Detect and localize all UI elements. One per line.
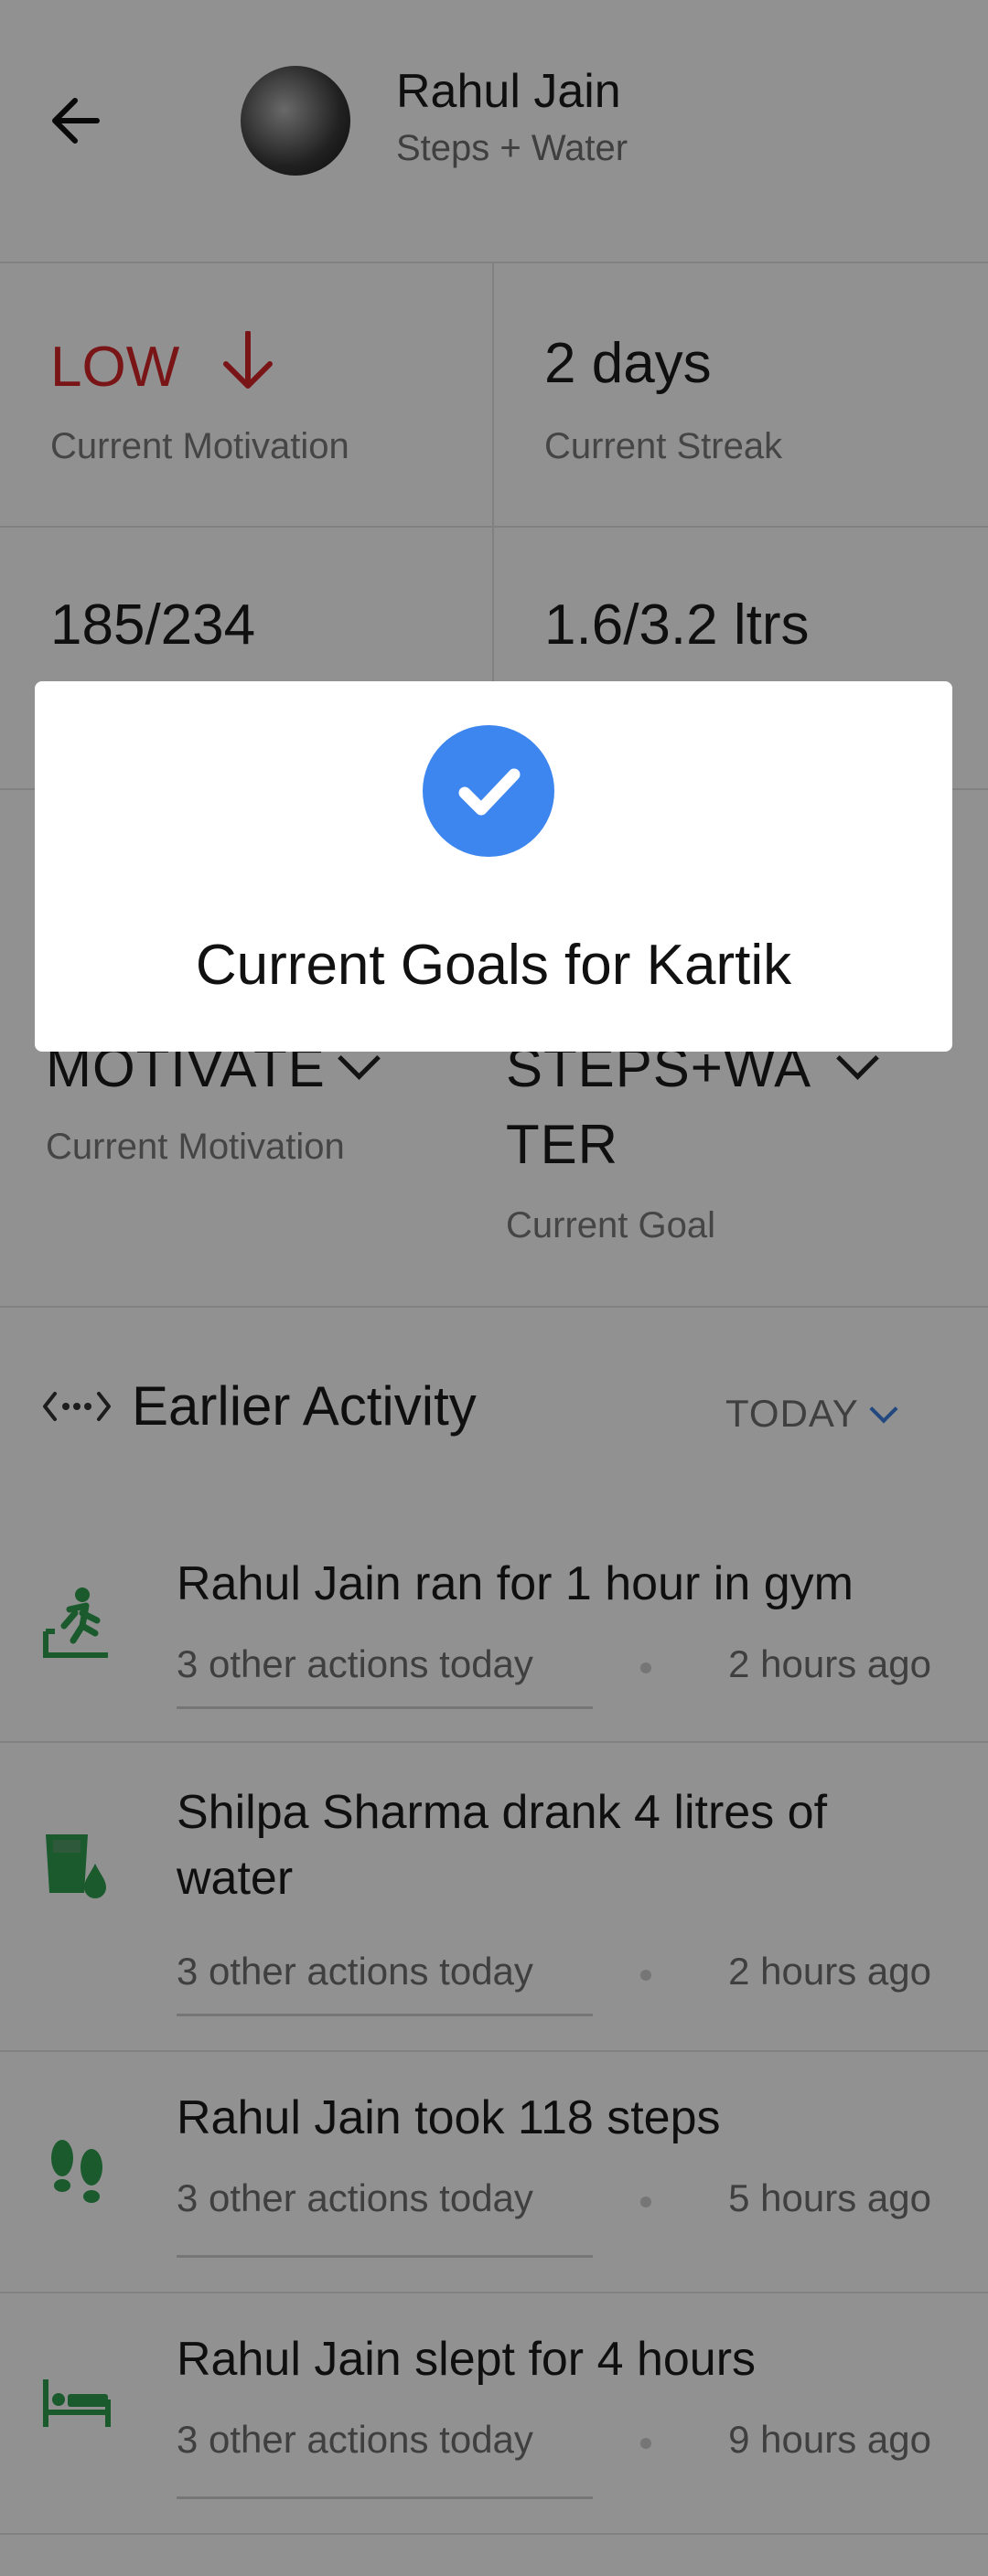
checkmark-icon [458, 768, 521, 816]
goals-dialog: Current Goals for Kartik [35, 681, 952, 1052]
dialog-title: Current Goals for Kartik [195, 934, 792, 997]
modal-backdrop[interactable] [0, 0, 988, 2576]
check-circle-icon [423, 725, 554, 857]
profile-page: Rahul Jain Steps + Water LOW Current Mot… [0, 0, 988, 2576]
